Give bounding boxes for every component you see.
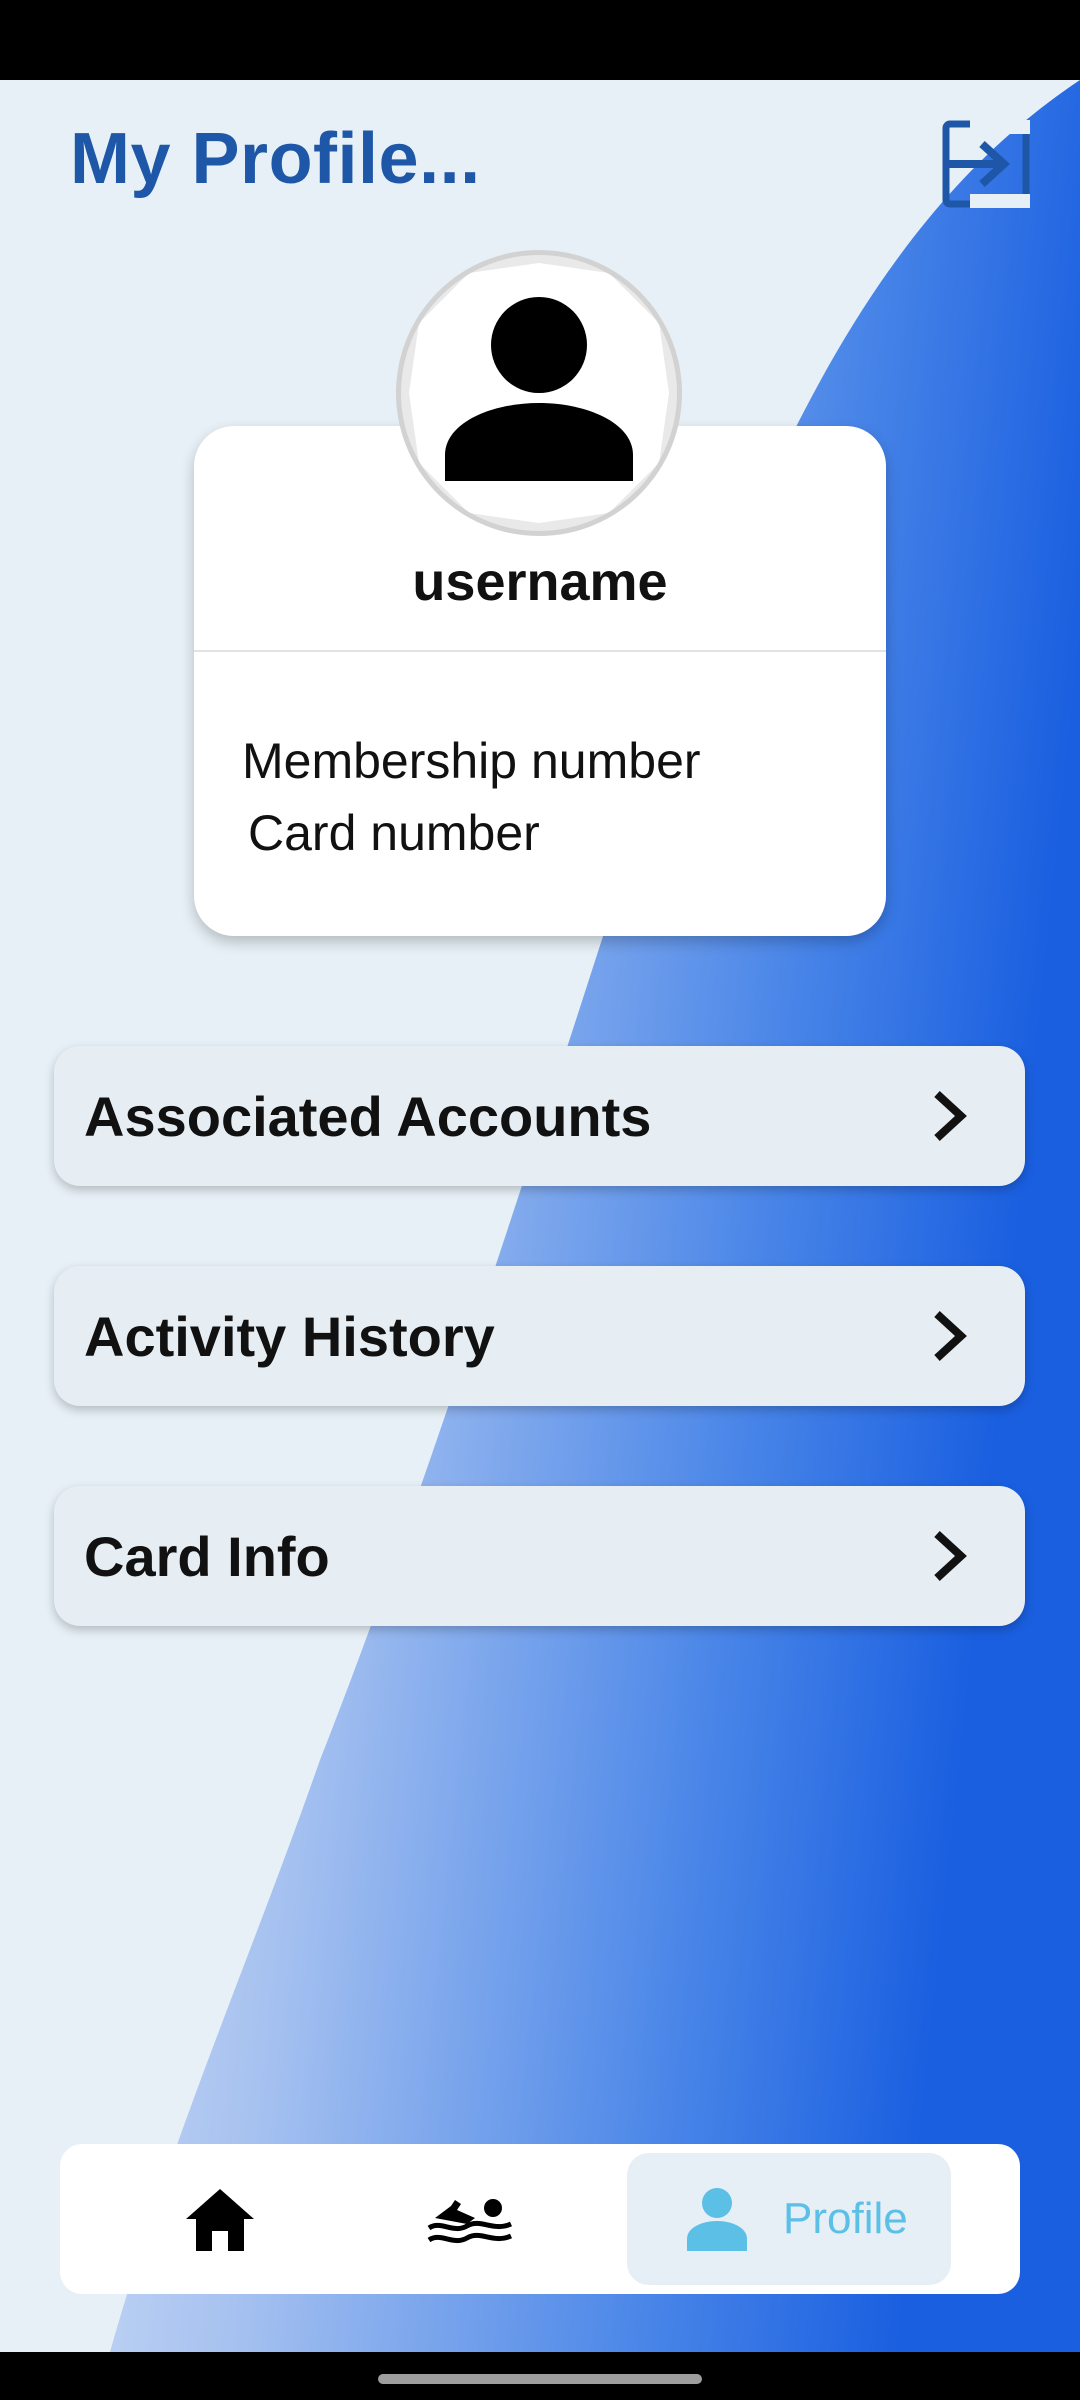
chevron-right-icon — [934, 1091, 967, 1141]
username: username — [412, 552, 668, 612]
swimmer-icon — [427, 2199, 513, 2244]
nav-profile[interactable]: Profile — [627, 2153, 951, 2285]
logout-icon — [942, 120, 1030, 208]
profile-screen: My Profile... username Membership number… — [0, 80, 1080, 2352]
chevron-right-icon — [934, 1531, 967, 1581]
chevron-right-icon — [934, 1311, 967, 1361]
nav-profile-label: Profile — [783, 2194, 908, 2243]
divider — [194, 650, 886, 652]
card-number: Card number — [248, 805, 540, 861]
person-icon — [685, 2185, 749, 2253]
menu-item-label: Activity History — [84, 1304, 495, 1368]
menu-item-card-info[interactable]: Card Info — [54, 1486, 1025, 1626]
menu-item-label: Associated Accounts — [84, 1084, 652, 1148]
person-icon — [409, 263, 669, 523]
home-icon — [186, 2189, 254, 2251]
bottom-nav: Profile — [60, 2144, 1020, 2294]
status-bar — [0, 0, 1080, 80]
menu-item-label: Card Info — [84, 1524, 330, 1588]
menu-item-associated-accounts[interactable]: Associated Accounts — [54, 1046, 1025, 1186]
home-indicator[interactable] — [378, 2374, 702, 2384]
membership-number: Membership number — [242, 733, 701, 789]
menu-item-activity-history[interactable]: Activity History — [54, 1266, 1025, 1406]
page-title: My Profile... — [70, 119, 481, 199]
logout-button[interactable] — [938, 116, 1034, 212]
avatar — [396, 250, 682, 536]
nav-home[interactable] — [178, 2182, 262, 2258]
nav-swim[interactable] — [422, 2182, 518, 2258]
